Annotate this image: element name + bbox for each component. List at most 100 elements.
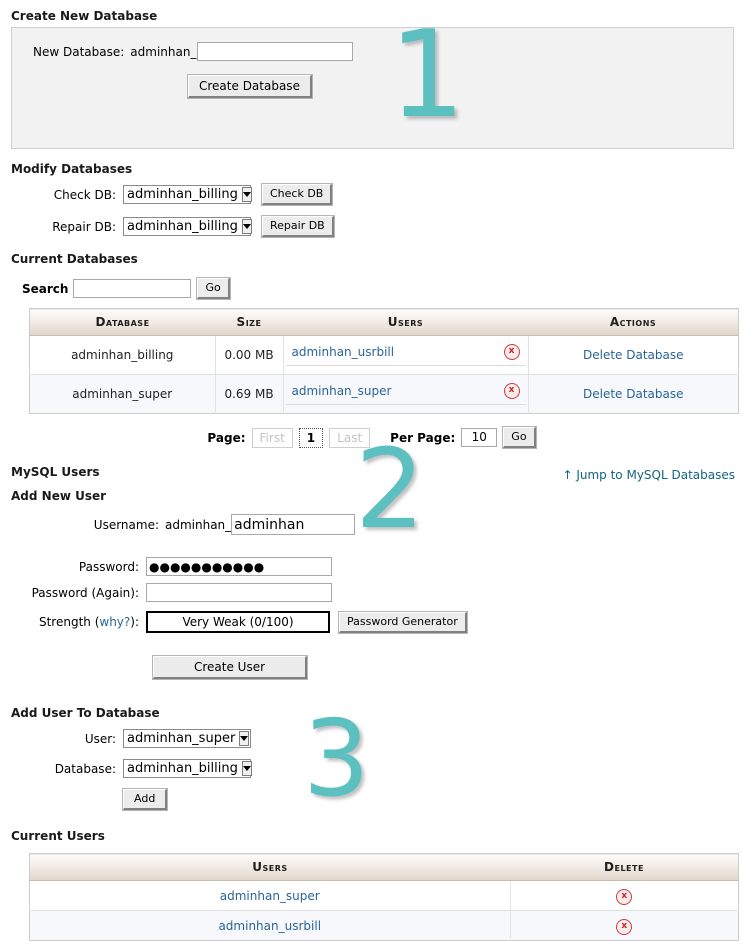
add-user-database-label: Database: xyxy=(54,761,116,776)
add-user-user-row: User: adminhan_super xyxy=(0,729,743,748)
revoke-user-icon[interactable]: x xyxy=(503,344,520,360)
repair-db-row: Repair DB: adminhan_billing Repair DB xyxy=(0,216,743,237)
strength-label: Strength (why?): xyxy=(11,615,139,629)
search-input[interactable] xyxy=(73,279,192,298)
current-users-heading: Current Users xyxy=(11,829,105,843)
chevron-down-icon xyxy=(241,187,252,202)
password-input[interactable] xyxy=(146,557,332,576)
repair-db-label: Repair DB: xyxy=(52,219,116,234)
delete-database-link[interactable]: Delete Database xyxy=(583,387,684,401)
password-again-label: Password (Again): xyxy=(31,585,139,600)
search-go-button[interactable]: Go xyxy=(197,278,230,299)
new-database-input[interactable] xyxy=(197,42,354,61)
cell-database-actions: Delete Database xyxy=(527,335,739,375)
table-header-row: Users Delete xyxy=(29,853,739,881)
add-user-user-select-value: adminhan_super xyxy=(127,731,236,746)
new-database-prefix: adminhan_ xyxy=(130,44,197,59)
user-entry: adminhan_super x xyxy=(285,383,526,405)
check-db-select[interactable]: adminhan_billing xyxy=(123,185,252,204)
password-label: Password: xyxy=(78,559,139,574)
per-page-label: Per Page: xyxy=(390,430,456,445)
create-database-button[interactable]: Create Database xyxy=(188,75,312,98)
check-db-row: Check DB: adminhan_billing Check DB xyxy=(0,184,743,205)
add-user-user-select[interactable]: adminhan_super xyxy=(123,729,251,748)
table-header-row: Database Size Users Actions xyxy=(29,308,739,336)
current-users-table: Users Delete adminhan_super x adminhan_u… xyxy=(29,853,739,941)
database-search-row: Search Go xyxy=(0,278,743,299)
table-row: adminhan_super x xyxy=(29,880,739,911)
add-user-database-select[interactable]: adminhan_billing xyxy=(123,759,252,778)
cell-user-delete: x xyxy=(509,880,739,911)
revoke-user-icon[interactable]: x xyxy=(503,383,520,399)
per-page-input[interactable]: 10 xyxy=(461,428,498,447)
username-prefix: adminhan_ xyxy=(165,517,232,532)
strength-label-text: Strength ( xyxy=(38,615,100,629)
create-user-button[interactable]: Create User xyxy=(153,656,307,679)
add-user-to-database-heading: Add User To Database xyxy=(11,706,160,720)
user-entry: adminhan_usrbill x xyxy=(285,344,526,366)
add-user-to-database-button[interactable]: Add xyxy=(123,789,168,810)
check-db-select-value: adminhan_billing xyxy=(127,187,238,202)
column-header-users: Users xyxy=(283,308,528,336)
strength-why-link[interactable]: why? xyxy=(99,615,130,629)
cell-database-size: 0.69 MB xyxy=(214,374,283,414)
repair-db-button[interactable]: Repair DB xyxy=(262,216,334,237)
repair-db-select-value: adminhan_billing xyxy=(127,219,238,234)
per-page-go-button[interactable]: Go xyxy=(503,427,536,448)
cell-user-name: adminhan_usrbill xyxy=(29,910,510,941)
page-first-button[interactable]: First xyxy=(251,427,293,448)
password-strength-display: Very Weak (0/100) xyxy=(146,611,330,633)
add-user-database-row: Database: adminhan_billing xyxy=(0,759,743,778)
user-link[interactable]: adminhan_super xyxy=(292,384,392,398)
repair-db-select[interactable]: adminhan_billing xyxy=(123,217,252,236)
chevron-down-icon xyxy=(241,219,252,234)
column-header-size: Size xyxy=(215,308,283,336)
cell-database-users: adminhan_super x xyxy=(282,374,528,414)
check-db-label: Check DB: xyxy=(53,187,116,202)
column-header-delete: Delete xyxy=(510,853,739,881)
page-current-button[interactable]: 1 xyxy=(298,427,324,448)
check-db-button[interactable]: Check DB xyxy=(262,184,333,205)
cell-database-users: adminhan_usrbill x xyxy=(282,335,528,375)
add-user-user-label: User: xyxy=(84,731,116,746)
chevron-down-icon xyxy=(241,761,252,776)
column-header-users: Users xyxy=(29,853,510,881)
page-last-button[interactable]: Last xyxy=(329,427,371,448)
pagination-controls: Page: First 1 Last Per Page: 10 Go xyxy=(0,427,743,448)
delete-user-icon[interactable]: x xyxy=(616,918,633,935)
column-header-database: Database xyxy=(29,308,215,336)
create-user-button-row: Create User xyxy=(0,656,743,679)
add-button-row: Add xyxy=(0,789,743,810)
password-strength-row: Strength (why?): Very Weak (0/100) Passw… xyxy=(0,611,743,633)
delete-user-icon[interactable]: x xyxy=(616,888,633,905)
password-again-input[interactable] xyxy=(146,583,332,602)
username-row: Username: adminhan_ xyxy=(0,514,743,535)
cell-user-name: adminhan_super xyxy=(29,880,510,911)
strength-label-suffix: ): xyxy=(130,615,139,629)
user-link[interactable]: adminhan_usrbill xyxy=(218,919,321,933)
user-link[interactable]: adminhan_super xyxy=(220,889,320,903)
search-label: Search xyxy=(22,281,69,296)
create-database-button-row: Create Database xyxy=(12,75,733,98)
table-row: adminhan_usrbill x xyxy=(29,910,739,941)
password-generator-button[interactable]: Password Generator xyxy=(339,611,467,633)
password-again-row: Password (Again): xyxy=(0,583,743,602)
password-row: Password: xyxy=(0,557,743,576)
modify-databases-heading: Modify Databases xyxy=(11,162,133,176)
create-database-panel: New Database: adminhan_ Create Database xyxy=(11,27,734,149)
add-new-user-heading: Add New User xyxy=(11,489,107,503)
table-row: adminhan_super 0.69 MB adminhan_super x … xyxy=(29,374,739,414)
username-input[interactable] xyxy=(231,514,356,535)
create-database-heading: Create New Database xyxy=(11,9,158,23)
jump-to-databases-link[interactable]: ↑ Jump to MySQL Databases xyxy=(562,468,735,482)
delete-database-link[interactable]: Delete Database xyxy=(583,348,684,362)
new-database-row: New Database: adminhan_ xyxy=(12,42,733,61)
cell-user-delete: x xyxy=(509,910,739,941)
table-row: adminhan_billing 0.00 MB adminhan_usrbil… xyxy=(29,335,739,375)
page-label: Page: xyxy=(207,430,246,445)
user-link[interactable]: adminhan_usrbill xyxy=(292,345,395,359)
cell-database-name: adminhan_super xyxy=(29,374,215,414)
current-databases-table: Database Size Users Actions adminhan_bil… xyxy=(29,308,739,414)
cell-database-size: 0.00 MB xyxy=(214,335,283,375)
new-database-label: New Database: xyxy=(33,44,125,59)
